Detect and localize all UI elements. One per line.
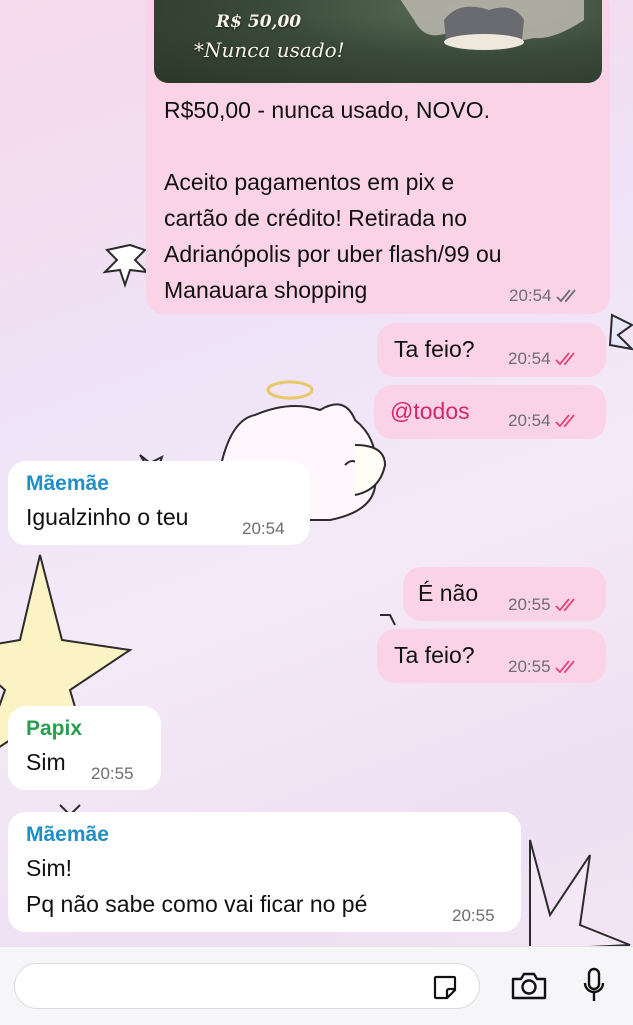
message-line bbox=[164, 128, 594, 164]
incoming-message-bubble[interactable]: Mãemãe Igualzinho o teu 20:54 bbox=[8, 461, 310, 545]
read-check-icon bbox=[554, 414, 575, 428]
product-photo[interactable]: R$ 50,00 *Nunca usado! bbox=[154, 0, 602, 83]
shoe-illustration bbox=[400, 0, 584, 50]
incoming-message-bubble[interactable]: Mãemãe Sim! Pq não sabe como vai ficar n… bbox=[8, 812, 521, 932]
message-timestamp: 20:54 bbox=[508, 409, 581, 433]
message-text: R$50,00 - nunca usado, NOVO. Aceito paga… bbox=[164, 92, 594, 308]
message-timestamp: 20:55 bbox=[91, 764, 134, 783]
read-check-icon bbox=[554, 352, 575, 366]
outgoing-message-bubble[interactable]: Ta feio? 20:54 bbox=[377, 323, 606, 377]
message-timestamp: 20:54 bbox=[242, 519, 285, 538]
photo-note-caption: *Nunca usado! bbox=[194, 38, 345, 62]
sender-name[interactable]: Mãemãe bbox=[26, 469, 109, 498]
composer-bar bbox=[0, 946, 633, 1025]
message-text: É não bbox=[418, 580, 479, 606]
microphone-icon[interactable] bbox=[578, 965, 610, 1007]
read-check-icon bbox=[554, 660, 575, 674]
sticker-icon[interactable] bbox=[429, 971, 461, 1003]
sender-name[interactable]: Mãemãe bbox=[26, 820, 109, 849]
sender-name[interactable]: Papix bbox=[26, 714, 82, 743]
message-line: R$50,00 - nunca usado, NOVO. bbox=[164, 97, 491, 123]
message-line: Sim! bbox=[26, 855, 72, 881]
read-check-icon bbox=[554, 598, 575, 612]
mention-todos[interactable]: @todos bbox=[390, 395, 470, 427]
delivered-check-icon bbox=[555, 289, 576, 303]
incoming-message-bubble[interactable]: Papix Sim 20:55 bbox=[8, 706, 161, 790]
camera-icon[interactable] bbox=[508, 967, 550, 1005]
message-line: Adrianópolis por uber flash/99 ou bbox=[164, 241, 502, 267]
message-text: Ta feio? bbox=[394, 642, 475, 668]
message-input[interactable] bbox=[14, 963, 480, 1009]
message-timestamp: 20:54 bbox=[509, 286, 582, 306]
message-text: Igualzinho o teu bbox=[26, 504, 189, 530]
message-text: Ta feio? bbox=[394, 336, 475, 362]
message-timestamp: 20:55 bbox=[452, 906, 495, 925]
message-timestamp: 20:55 bbox=[508, 593, 581, 617]
photo-price-caption: R$ 50,00 bbox=[216, 12, 302, 32]
message-timestamp: 20:55 bbox=[508, 655, 581, 679]
outgoing-message-bubble[interactable]: @todos 20:54 bbox=[374, 385, 606, 439]
message-line: Aceito pagamentos em pix e bbox=[164, 169, 455, 195]
outgoing-message-bubble[interactable]: É não 20:55 bbox=[403, 567, 606, 621]
message-line: cartão de crédito! Retirada no bbox=[164, 205, 468, 231]
message-timestamp: 20:54 bbox=[508, 347, 581, 371]
outgoing-message-bubble[interactable]: Ta feio? 20:55 bbox=[377, 629, 606, 683]
message-text: Sim bbox=[26, 749, 66, 775]
message-line: Pq não sabe como vai ficar no pé bbox=[26, 891, 368, 917]
